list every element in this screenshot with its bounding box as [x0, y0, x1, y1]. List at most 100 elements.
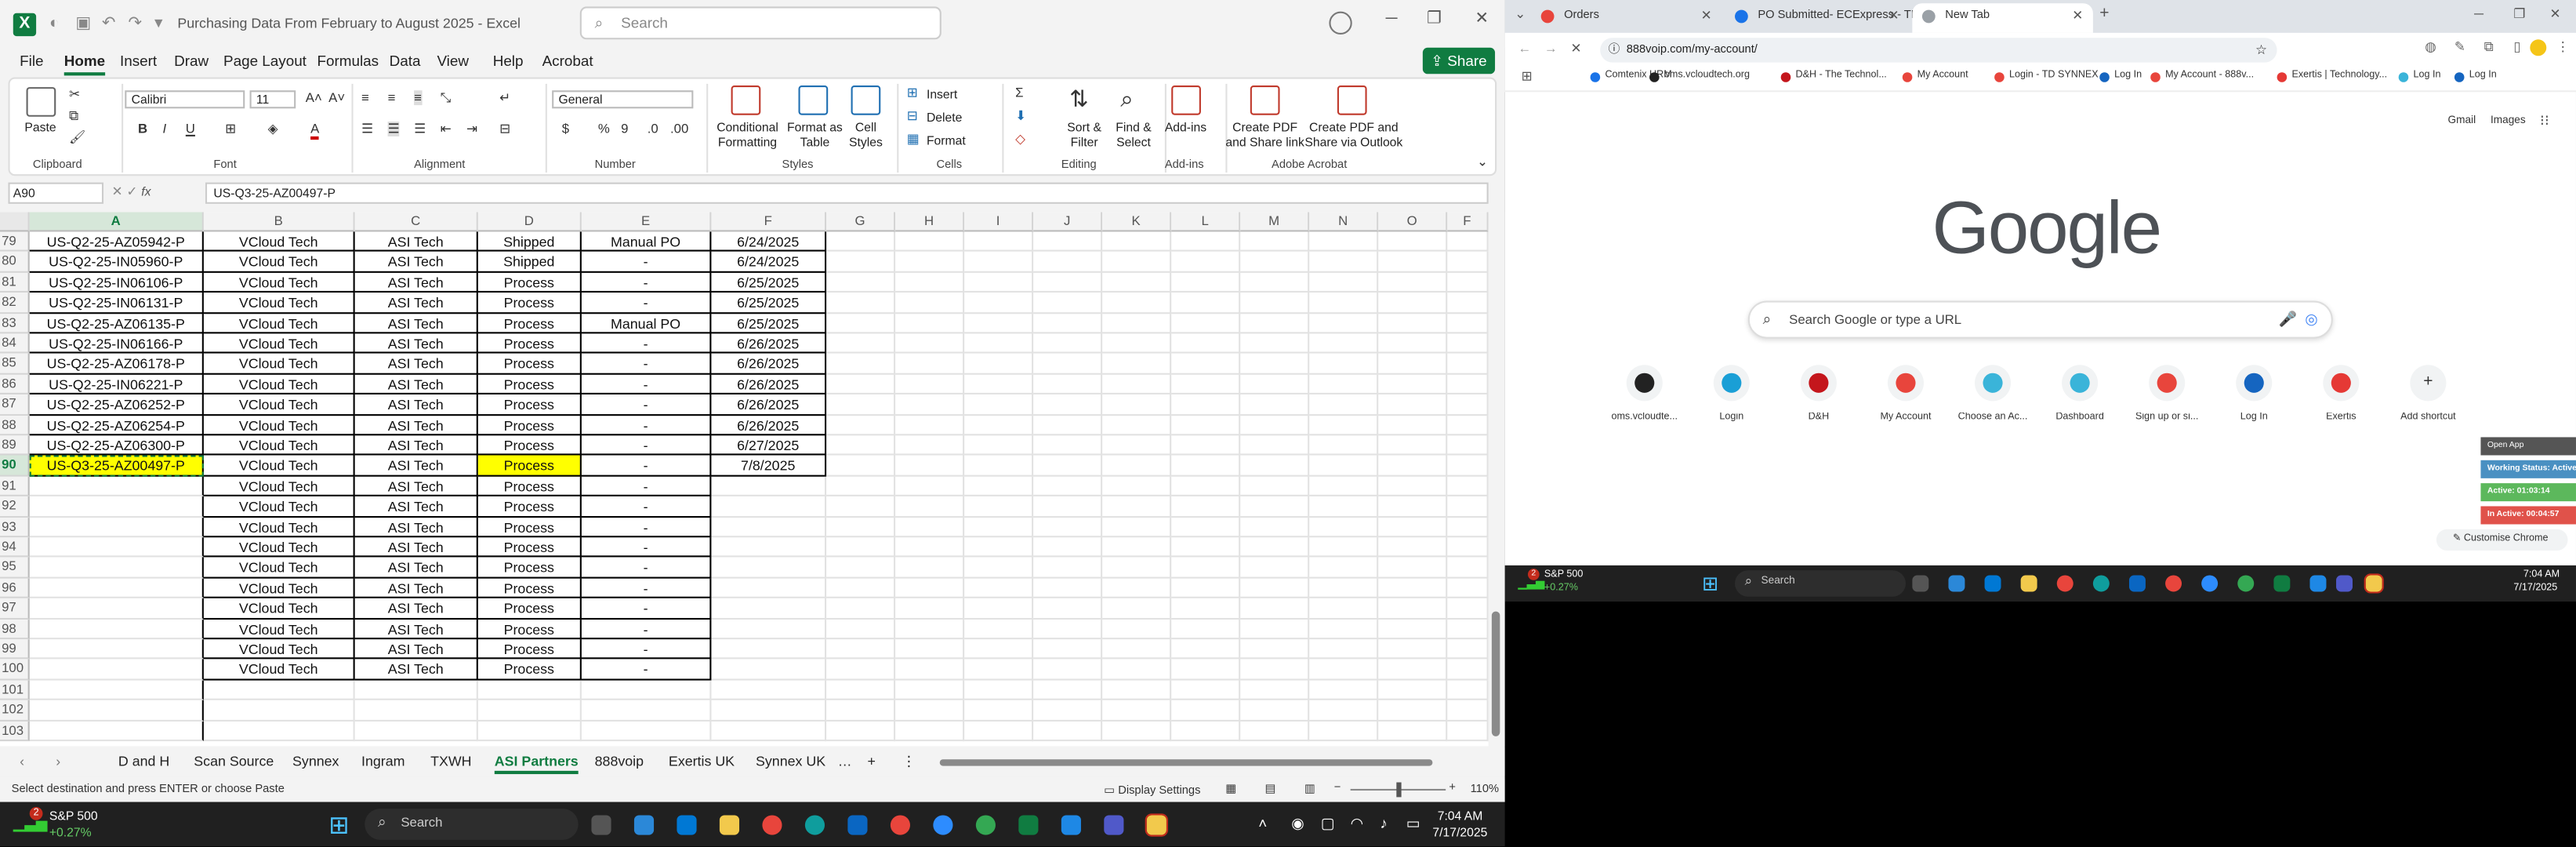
empty-cell[interactable] — [1447, 558, 1489, 579]
empty-cell[interactable] — [1447, 313, 1489, 334]
display-settings-button[interactable]: ▭ Display Settings — [1104, 784, 1200, 798]
row-header[interactable]: 87 — [0, 394, 30, 416]
currency-icon[interactable]: $ — [562, 122, 569, 136]
format-as-table-button[interactable]: Format as Table — [785, 120, 844, 150]
page-layout-view-icon[interactable]: ▤ — [1265, 783, 1276, 796]
create-pdf-outlook-icon[interactable] — [1337, 85, 1367, 115]
chrome-minimize-icon[interactable]: ─ — [2474, 6, 2483, 21]
empty-cell[interactable] — [1447, 272, 1489, 293]
empty-cell[interactable] — [964, 537, 1034, 558]
note-cell[interactable]: - — [581, 558, 712, 579]
partner-cell[interactable]: ASI Tech — [354, 333, 478, 354]
addins-button[interactable]: Add-ins — [1165, 120, 1206, 135]
column-header[interactable]: N — [1309, 212, 1379, 232]
empty-cell[interactable] — [1240, 476, 1310, 497]
shortcut-tile[interactable]: + Add shortcut — [2382, 365, 2474, 423]
vendor-cell[interactable]: VCloud Tech — [203, 435, 355, 456]
empty-cell[interactable] — [1240, 313, 1310, 334]
wrap-text-icon[interactable]: ↵ — [499, 90, 510, 105]
empty-cell[interactable] — [1447, 415, 1489, 436]
empty-cell[interactable] — [1447, 435, 1489, 456]
empty-cell[interactable] — [1447, 293, 1489, 314]
date-cell[interactable] — [711, 578, 827, 599]
note-cell[interactable]: - — [581, 476, 712, 497]
empty-cell[interactable] — [1033, 558, 1103, 579]
empty-cell[interactable] — [1309, 476, 1379, 497]
empty-cell[interactable] — [1309, 374, 1379, 395]
empty-cell[interactable] — [1378, 374, 1448, 395]
shortcut-tile[interactable]: Log In — [2208, 365, 2300, 423]
empty-cell[interactable] — [1240, 619, 1310, 640]
sidepanel-icon[interactable]: ▯ — [2513, 39, 2520, 54]
note-cell[interactable] — [581, 680, 712, 701]
address-bar[interactable]: ⓘ 888voip.com/my-account/ ☆ — [1600, 38, 2277, 63]
bookmark-star-icon[interactable]: ☆ — [2255, 38, 2267, 62]
empty-cell[interactable] — [1102, 231, 1172, 253]
empty-cell[interactable] — [895, 231, 965, 253]
apps-grid-icon[interactable]: ⊞ — [1522, 69, 1533, 84]
note-cell[interactable]: - — [581, 374, 712, 395]
empty-cell[interactable] — [1240, 456, 1310, 477]
google-apps-icon[interactable]: ⁝⁝ — [2540, 112, 2549, 130]
note-cell[interactable]: - — [581, 578, 712, 599]
tab-help[interactable]: Help — [493, 53, 524, 69]
shortcut-tile[interactable]: Sign up or si... — [2121, 365, 2212, 423]
empty-cell[interactable] — [964, 231, 1034, 253]
empty-cell[interactable] — [1102, 578, 1172, 599]
cell-styles-button[interactable]: Cell Styles — [844, 120, 887, 150]
status-cell[interactable]: Shipped — [477, 231, 582, 253]
bookmark-item[interactable]: My Account — [1902, 71, 1968, 82]
font-color-icon[interactable]: A — [310, 122, 320, 140]
note-cell[interactable] — [581, 721, 712, 742]
empty-cell[interactable] — [1447, 496, 1489, 518]
status-cell[interactable]: Process — [477, 374, 582, 395]
zoom-level[interactable]: 110% — [1471, 784, 1499, 796]
empty-cell[interactable] — [895, 558, 965, 579]
empty-cell[interactable] — [1378, 700, 1448, 722]
empty-cell[interactable] — [1240, 721, 1310, 742]
align-top-icon[interactable]: ≡ — [361, 90, 369, 105]
empty-cell[interactable] — [1102, 639, 1172, 660]
partner-cell[interactable]: ASI Tech — [354, 394, 478, 416]
date-cell[interactable]: 6/26/2025 — [711, 333, 827, 354]
vendor-cell[interactable]: VCloud Tech — [203, 293, 355, 314]
po-number-cell[interactable] — [29, 578, 204, 599]
status-cell[interactable] — [477, 721, 582, 742]
empty-cell[interactable] — [1378, 456, 1448, 477]
empty-cell[interactable] — [826, 558, 896, 579]
row-header[interactable]: 95 — [0, 558, 30, 579]
column-header[interactable]: E — [581, 212, 712, 232]
status-cell[interactable]: Shipped — [477, 252, 582, 273]
empty-cell[interactable] — [1447, 354, 1489, 375]
vendor-cell[interactable]: VCloud Tech — [203, 252, 355, 273]
empty-cell[interactable] — [1102, 293, 1172, 314]
empty-cell[interactable] — [1171, 374, 1241, 395]
empty-cell[interactable] — [1102, 517, 1172, 538]
empty-cell[interactable] — [1309, 639, 1379, 660]
empty-cell[interactable] — [1033, 293, 1103, 314]
empty-cell[interactable] — [895, 700, 965, 722]
vendor-cell[interactable]: VCloud Tech — [203, 558, 355, 579]
bookmark-item[interactable]: Log In — [2454, 71, 2497, 82]
empty-cell[interactable] — [826, 435, 896, 456]
partner-cell[interactable]: ASI Tech — [354, 231, 478, 253]
status-cell[interactable]: Process — [477, 496, 582, 518]
vendor-cell[interactable]: VCloud Tech — [203, 619, 355, 640]
empty-cell[interactable] — [1171, 680, 1241, 701]
status-cell[interactable]: Process — [477, 537, 582, 558]
note-cell[interactable]: - — [581, 517, 712, 538]
empty-cell[interactable] — [1171, 476, 1241, 497]
empty-cell[interactable] — [1447, 721, 1489, 742]
format-painter-icon[interactable]: 🖌 — [69, 130, 85, 145]
stock-name-2[interactable]: S&P 500 — [1544, 570, 1583, 580]
select-all-corner[interactable] — [0, 212, 30, 232]
empty-cell[interactable] — [1033, 660, 1103, 681]
empty-cell[interactable] — [1033, 680, 1103, 701]
shortcut-tile[interactable]: My Account — [1859, 365, 1951, 423]
zoom-out-icon[interactable]: − — [1334, 783, 1341, 794]
sheet-tab-synnex-uk[interactable]: Synnex UK — [756, 753, 825, 769]
extension-icon-2[interactable]: ✎ — [2454, 39, 2465, 54]
empty-cell[interactable] — [1033, 476, 1103, 497]
row-header[interactable]: 85 — [0, 354, 30, 375]
empty-cell[interactable] — [1102, 476, 1172, 497]
